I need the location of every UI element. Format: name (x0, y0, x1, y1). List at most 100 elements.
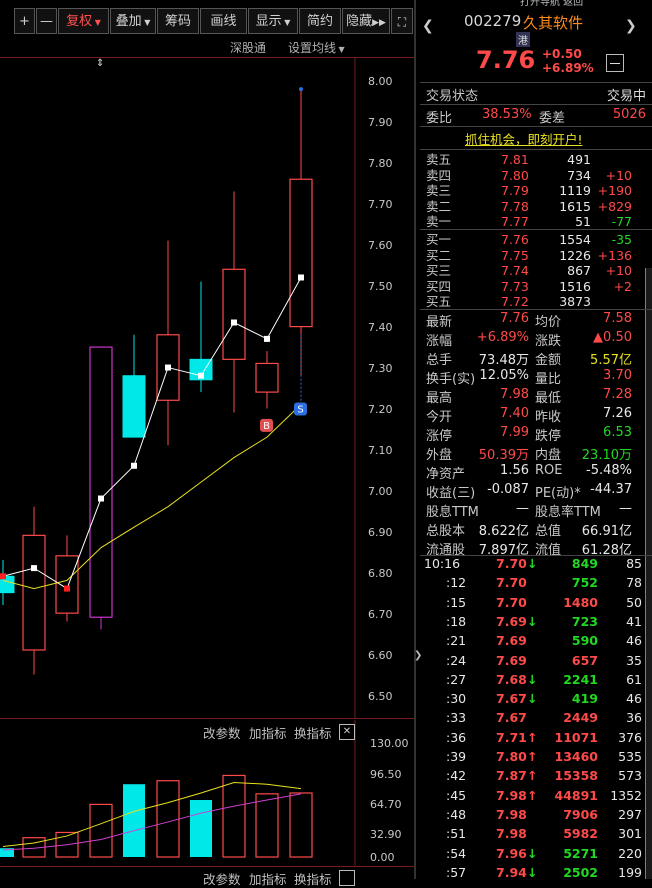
avg-price-point (298, 274, 304, 281)
volume-tick-label: 32.90 (370, 828, 402, 841)
volume-bar (255, 793, 279, 858)
promo-link[interactable]: 抓住机会，即刻开户! (465, 129, 583, 148)
tick-volume: 752 (571, 575, 598, 591)
hk-connect-badge: 港 (516, 32, 530, 47)
tick-row[interactable]: :21 7.69 590 46 (424, 631, 652, 650)
tick-volume: 11071 (554, 729, 599, 745)
tick-time: :15 (446, 594, 467, 610)
tick-count: 220 (618, 845, 642, 861)
stat-value: 8.622亿 (478, 524, 529, 539)
next-stock-icon[interactable]: ❯ (625, 18, 637, 34)
tick-row[interactable]: :24 7.69 657 35 (424, 651, 652, 670)
candle-body (122, 375, 146, 438)
bid-price: 7.73 (501, 278, 529, 294)
ask-volume: 491 (567, 152, 591, 167)
ask-row[interactable]: 卖三 7.79 1119 +190 (426, 183, 652, 198)
bottom-close-icon[interactable] (339, 870, 355, 886)
ask-volume: 51 (575, 214, 591, 229)
moving-average-line (2, 404, 302, 590)
tick-price: 7.80 (496, 749, 527, 764)
bid-price: 7.75 (501, 247, 529, 263)
tick-row[interactable]: :42 7.87 ↑ 15358 573 (424, 766, 652, 785)
tick-time: :54 (446, 845, 467, 861)
tick-row[interactable]: :30 7.67 ↓ 419 46 (424, 689, 652, 708)
stat-value: -0.087 (487, 482, 529, 497)
avg-price-point (264, 335, 270, 342)
bid-row[interactable]: 买一 7.76 1554 -35 (426, 232, 652, 247)
buy-marker-label: B (263, 421, 270, 432)
stat-label: 今开 (426, 410, 453, 425)
stat-value: 50.39万 (478, 448, 529, 463)
tick-price: 7.70 (496, 575, 527, 591)
stat-label: 跌停 (535, 429, 562, 444)
tick-volume: 1480 (563, 594, 598, 610)
tick-count: 61 (626, 671, 642, 687)
tick-row[interactable]: :48 7.98 7906 297 (424, 805, 652, 824)
bid-row[interactable]: 买三 7.74 867 +10 (426, 263, 652, 278)
tick-volume: 723 (571, 613, 598, 629)
ask-price: 7.79 (501, 183, 529, 198)
ask-row[interactable]: 卖二 7.78 1615 +829 (426, 199, 652, 214)
tick-row[interactable]: :39 7.80 ↑ 13460 535 (424, 747, 652, 766)
bid-row[interactable]: 买二 7.75 1226 +136 (426, 248, 652, 263)
tick-row[interactable]: :27 7.68 ↓ 2241 61 (424, 670, 652, 689)
tick-row[interactable]: :45 7.98 ↑ 44891 1352 (424, 786, 652, 805)
tick-time: :42 (446, 768, 467, 784)
tick-time: :33 (446, 710, 467, 726)
stat-label: 最新 (426, 315, 453, 330)
weibi-label: 委比 (426, 111, 453, 126)
weicha-label: 委差 (539, 111, 566, 126)
stat-row: 今开 7.40 昨收 7.26 (426, 406, 652, 425)
tick-price: 7.69 (496, 613, 527, 629)
candlestick-chart[interactable]: BS (0, 0, 414, 879)
panel-splitter[interactable] (414, 0, 416, 879)
ask-row[interactable]: 卖四 7.80 734 +10 (426, 168, 652, 183)
stat-row: 外盘 50.39万 内盘 23.10万 (426, 444, 652, 463)
bid-volume: 1516 (559, 278, 591, 294)
tick-row[interactable]: :54 7.96 ↓ 5271 220 (424, 844, 652, 863)
tick-price: 7.67 (496, 710, 527, 726)
bid-row[interactable]: 买五 7.72 3873 (426, 294, 652, 309)
tick-time: :39 (446, 749, 467, 764)
candle-body (55, 555, 79, 614)
vol-huanzhibiao-button[interactable]: 换指标 (294, 723, 332, 742)
bid-row[interactable]: 买四 7.73 1516 +2 (426, 279, 652, 294)
tick-row[interactable]: :33 7.67 2449 36 (424, 708, 652, 727)
tick-row[interactable]: :12 7.70 752 78 (424, 573, 652, 592)
arrow-up-icon: ↑ (527, 768, 538, 784)
collapse-quote-button[interactable] (606, 54, 624, 72)
tick-row[interactable]: :36 7.71 ↑ 11071 376 (424, 728, 652, 747)
tick-row[interactable]: :51 7.98 5982 301 (424, 824, 652, 843)
stat-label: 涨幅 (426, 334, 453, 349)
ask-change: +10 (605, 167, 632, 183)
avg-price-point (231, 319, 237, 326)
ask-change: -77 (611, 214, 632, 229)
tick-count: 78 (626, 575, 642, 591)
ask-price: 7.80 (501, 167, 529, 183)
tick-row[interactable]: :18 7.69 ↓ 723 41 (424, 612, 652, 631)
bid-label: 买三 (426, 263, 452, 278)
ask-label: 卖三 (426, 183, 452, 198)
stat-value: 66.91亿 (581, 524, 632, 539)
tick-count: 50 (626, 594, 642, 610)
tick-volume: 15358 (554, 768, 599, 784)
close-icon[interactable]: ✕ (339, 724, 355, 740)
prev-stock-icon[interactable]: ❮ (422, 18, 434, 34)
vol-gaicanshu-button[interactable]: 改参数 (203, 723, 241, 742)
ask-label: 卖五 (426, 152, 452, 167)
stat-label: 总手 (426, 353, 453, 368)
avg-price-point (98, 495, 104, 502)
tick-count: 573 (618, 768, 642, 784)
candle-body (22, 534, 46, 651)
ask-row[interactable]: 卖五 7.81 491 (426, 152, 652, 167)
tick-count: 297 (618, 806, 642, 822)
tick-row[interactable]: 10:16 7.70 ↓ 849 85 (424, 554, 652, 573)
avg-price-point (64, 585, 70, 592)
vol-jiazhibiao-button[interactable]: 加指标 (249, 723, 287, 742)
stat-label: 总值 (535, 524, 562, 539)
tick-count: 46 (626, 633, 642, 649)
tick-row[interactable]: :15 7.70 1480 50 (424, 593, 652, 612)
tick-count: 85 (626, 556, 642, 571)
ask-row[interactable]: 卖一 7.77 51 -77 (426, 214, 652, 229)
stock-code: 002279 (464, 12, 522, 30)
